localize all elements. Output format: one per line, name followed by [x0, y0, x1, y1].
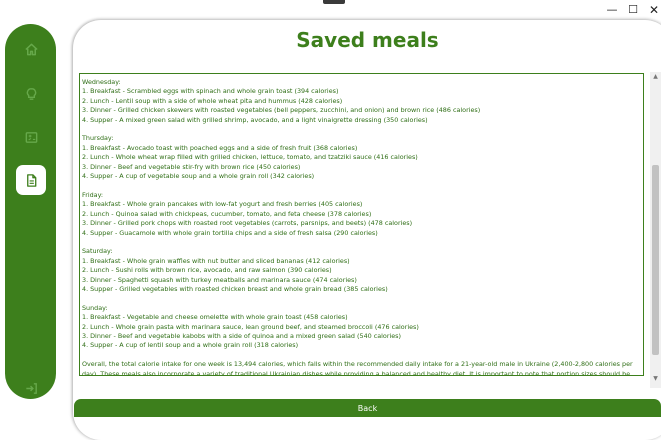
scroll-up-arrow-icon[interactable]: ▲ — [650, 72, 661, 82]
document-icon — [26, 173, 36, 187]
exit-icon — [25, 382, 37, 394]
saved-meals-text: Wednesday: 1. Breakfast - Scrambled eggs… — [82, 78, 633, 376]
sidebar-item-exit[interactable] — [16, 376, 46, 400]
title-bar: — ☐ ✕ — [0, 0, 661, 20]
sidebar — [5, 24, 56, 399]
scrollbar-thumb[interactable] — [652, 165, 659, 355]
vertical-scrollbar[interactable]: ▲ ▼ — [650, 72, 661, 388]
sidebar-item-tips[interactable] — [16, 79, 46, 109]
maximize-button[interactable]: ☐ — [624, 3, 642, 17]
saved-meals-textbox[interactable]: Wednesday: 1. Breakfast - Scrambled eggs… — [79, 73, 644, 376]
minimize-button[interactable]: — — [603, 3, 621, 17]
page-title: Saved meals — [296, 28, 439, 52]
sidebar-item-saved-meals[interactable] — [16, 165, 46, 195]
lightbulb-icon — [26, 87, 36, 100]
back-button[interactable]: Back — [74, 399, 661, 417]
calculator-icon — [25, 131, 37, 143]
close-button[interactable]: ✕ — [645, 3, 661, 17]
sidebar-item-home[interactable] — [16, 34, 46, 64]
scroll-down-arrow-icon[interactable]: ▼ — [650, 374, 661, 384]
title-bar-handle[interactable] — [323, 0, 345, 4]
sidebar-item-calculator[interactable] — [16, 122, 46, 152]
home-icon — [24, 43, 38, 55]
